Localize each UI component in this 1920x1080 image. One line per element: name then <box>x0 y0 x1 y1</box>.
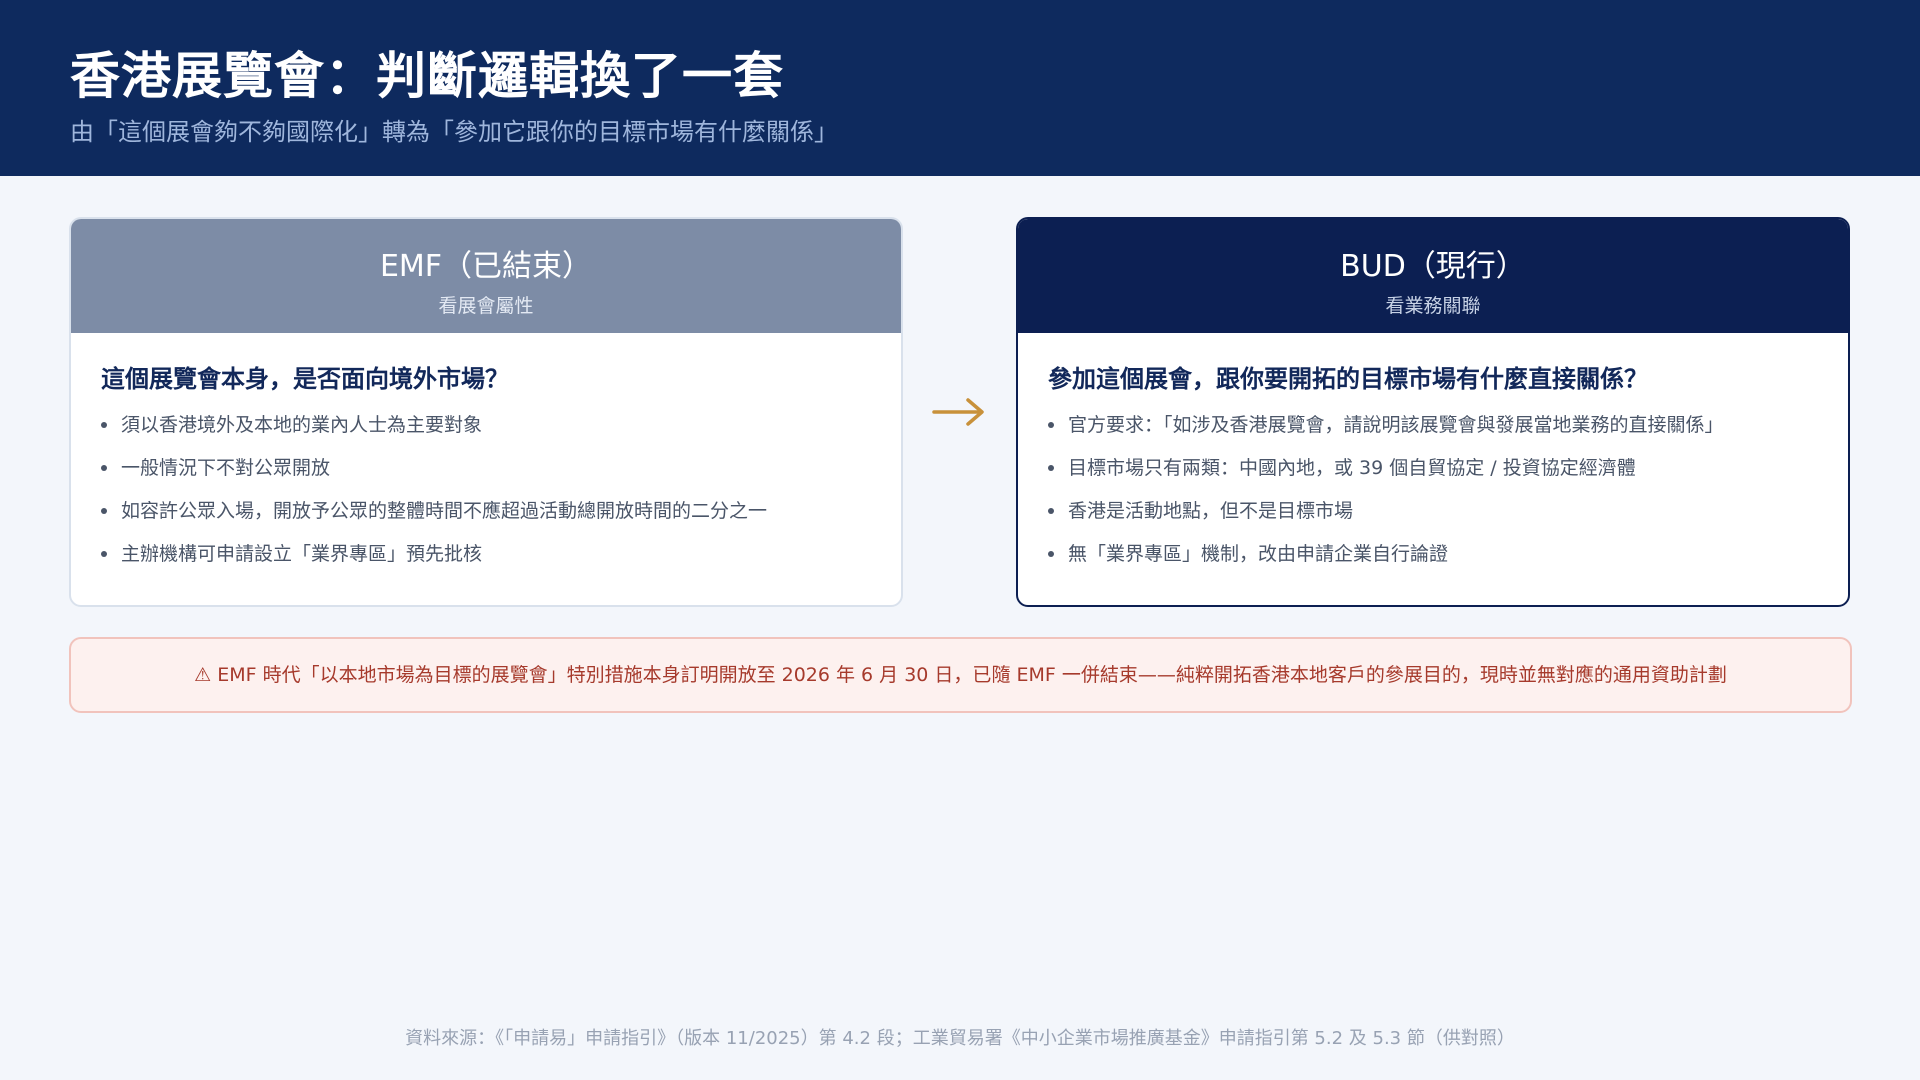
bud-bullet-item: 官方要求：「如涉及香港展覽會，請說明該展覽會與發展當地業務的直接關係」 <box>1048 412 1818 455</box>
emf-question: 這個展覽會本身，是否面向境外市場？ <box>101 365 509 393</box>
emf-bullet-item: 一般情況下不對公眾開放 <box>101 455 871 498</box>
bud-card-body: 參加這個展會，跟你要開拓的目標市場有什麼直接關係？ 官方要求：「如涉及香港展覽會… <box>1018 333 1848 584</box>
bud-bullet-item: 無「業界專區」機制，改由申請企業自行論證 <box>1048 541 1818 584</box>
bud-card-header: BUD（現行） 看業務關聯 <box>1018 219 1848 333</box>
bud-bullet-text: 目標市場只有兩類：中國內地，或 39 個自貿協定 / 投資協定經濟體 <box>1068 457 1636 479</box>
page-title: 香港展覽會：判斷邏輯換了一套 <box>70 47 784 105</box>
emf-bullet-item: 須以香港境外及本地的業內人士為主要對象 <box>101 412 871 455</box>
bud-bullet-text: 無「業界專區」機制，改由申請企業自行論證 <box>1068 543 1449 565</box>
bud-bullet-item: 香港是活動地點，但不是目標市場 <box>1048 498 1818 541</box>
bullet-dot-icon <box>101 551 107 557</box>
bud-bullet-text: 香港是活動地點，但不是目標市場 <box>1068 500 1354 522</box>
emf-card-tag: 看展會屬性 <box>438 295 534 317</box>
emf-bullet-list: 須以香港境外及本地的業內人士為主要對象 一般情況下不對公眾開放 如容許公眾入場，… <box>101 412 871 584</box>
bullet-dot-icon <box>101 508 107 514</box>
arrow-right-icon <box>932 398 984 426</box>
emf-card-title: EMF（已結束） <box>379 249 593 284</box>
bullet-dot-icon <box>1048 551 1054 557</box>
emf-bullet-text: 一般情況下不對公眾開放 <box>121 457 331 479</box>
notice-banner: ⚠ EMF 時代「以本地市場為目標的展覽會」特別措施本身訂明開放至 2026 年… <box>69 637 1852 713</box>
emf-bullet-item: 主辦機構可申請設立「業界專區」預先批核 <box>101 541 871 584</box>
bullet-dot-icon <box>1048 422 1054 428</box>
bud-bullet-item: 目標市場只有兩類：中國內地，或 39 個自貿協定 / 投資協定經濟體 <box>1048 455 1818 498</box>
header-banner: 香港展覽會：判斷邏輯換了一套 由「這個展會夠不夠國際化」轉為「參加它跟你的目標市… <box>0 0 1920 176</box>
bud-question: 參加這個展會，跟你要開拓的目標市場有什麼直接關係？ <box>1048 365 1648 393</box>
source-footnote: 資料來源：《「申請易」申請指引》（版本 11/2025）第 4.2 段；工業貿易… <box>405 1028 1515 1049</box>
bullet-dot-icon <box>101 422 107 428</box>
bud-bullet-list: 官方要求：「如涉及香港展覽會，請說明該展覽會與發展當地業務的直接關係」 目標市場… <box>1048 412 1818 584</box>
page-subtitle: 由「這個展會夠不夠國際化」轉為「參加它跟你的目標市場有什麼關係」 <box>70 118 838 146</box>
emf-card-body: 這個展覽會本身，是否面向境外市場？ 須以香港境外及本地的業內人士為主要對象 一般… <box>71 333 901 584</box>
bullet-dot-icon <box>101 465 107 471</box>
bud-card-title: BUD（現行） <box>1340 249 1526 284</box>
bullet-dot-icon <box>1048 508 1054 514</box>
bullet-dot-icon <box>1048 465 1054 471</box>
bud-card: BUD（現行） 看業務關聯 參加這個展會，跟你要開拓的目標市場有什麼直接關係？ … <box>1016 217 1850 607</box>
emf-bullet-text: 如容許公眾入場，開放予公眾的整體時間不應超過活動總開放時間的二分之一 <box>121 500 768 522</box>
emf-card: EMF（已結束） 看展會屬性 這個展覽會本身，是否面向境外市場？ 須以香港境外及… <box>69 217 903 607</box>
emf-bullet-item: 如容許公眾入場，開放予公眾的整體時間不應超過活動總開放時間的二分之一 <box>101 498 871 541</box>
emf-bullet-text: 須以香港境外及本地的業內人士為主要對象 <box>121 414 483 436</box>
bud-card-tag: 看業務關聯 <box>1385 295 1481 317</box>
emf-bullet-text: 主辦機構可申請設立「業界專區」預先批核 <box>121 543 483 565</box>
notice-text: ⚠ EMF 時代「以本地市場為目標的展覽會」特別措施本身訂明開放至 2026 年… <box>194 664 1727 686</box>
emf-card-header: EMF（已結束） 看展會屬性 <box>71 219 901 333</box>
bud-bullet-text: 官方要求：「如涉及香港展覽會，請說明該展覽會與發展當地業務的直接關係」 <box>1068 414 1724 436</box>
